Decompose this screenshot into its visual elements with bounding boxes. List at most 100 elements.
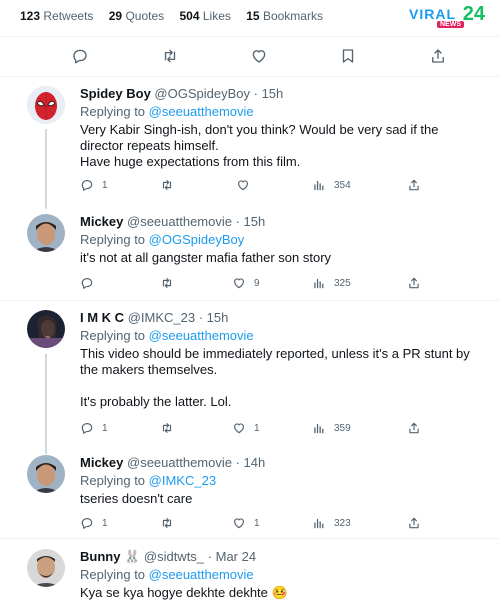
reply-tweet[interactable]: Mickey @seeuatthemovie · 14h Replying to… (0, 446, 499, 539)
tweet-header: Spidey Boy @OGSpideyBoy · 15h (80, 86, 485, 102)
avatar[interactable] (27, 455, 65, 493)
reply-button[interactable]: 1 (80, 421, 108, 435)
share-button[interactable] (427, 45, 449, 67)
bookmarks-label: Bookmarks (262, 9, 323, 23)
reply-button[interactable] (80, 276, 94, 290)
tweet-text-line: Kya se kya hogye dekhte dekhte 🤒 (80, 585, 288, 600)
engagement-stats-bar: 123 Retweets 29 Quotes 504 Likes 15 Book… (0, 0, 499, 37)
reply-tweet[interactable]: Spidey Boy @OGSpideyBoy · 15h Replying t… (0, 76, 499, 208)
bookmarks-count: 15 (246, 9, 260, 23)
tweet-actions: 9 325 (80, 276, 440, 296)
timestamp[interactable]: · Mar 24 (208, 549, 256, 564)
mention-link[interactable]: @seeuatthemovie (149, 567, 254, 582)
tweet-text: it's not at all gangster mafia father so… (80, 250, 485, 266)
like-icon (234, 518, 244, 529)
like-button[interactable]: 1 (232, 421, 260, 435)
reply-button[interactable]: 1 (80, 178, 108, 192)
reply-count: 1 (102, 517, 108, 529)
replying-to-label: Replying to (80, 232, 146, 247)
quotes-label: Quotes (125, 9, 165, 23)
tweet-actions: 1 1 359 (80, 421, 440, 441)
tweet-header: Mickey @seeuatthemovie · 15h (80, 214, 485, 230)
tweet-header: Mickey @seeuatthemovie · 14h (80, 455, 485, 471)
bookmark-button[interactable] (337, 45, 359, 67)
author-handle[interactable]: @seeuatthemovie (127, 214, 232, 229)
author-name[interactable]: Mickey (80, 214, 123, 229)
like-count: 1 (254, 422, 260, 434)
like-count: 9 (254, 277, 260, 289)
author-name[interactable]: Spidey Boy (80, 86, 151, 101)
tweet-text-line: tseries doesn't care (80, 491, 193, 506)
mention-link[interactable]: @seeuatthemovie (149, 104, 254, 119)
reply-button[interactable] (69, 45, 91, 67)
tweet-text-line: It's probably the latter. Lol. (80, 394, 232, 409)
view-count: 359 (334, 422, 351, 434)
retweet-icon (162, 518, 172, 528)
bookmarks-stat[interactable]: 15 Bookmarks (246, 9, 323, 23)
author-handle[interactable]: @OGSpideyBoy (154, 86, 250, 101)
author-name[interactable]: Mickey (80, 455, 123, 470)
reply-tweet[interactable]: I M K C @IMKC_23 · 15h Replying to @seeu… (0, 301, 499, 446)
reply-tweet[interactable]: Bunny 🐰 @sidtwts_ · Mar 24 Replying to @… (0, 539, 499, 610)
like-button[interactable] (236, 178, 250, 192)
mention-link[interactable]: @seeuatthemovie (149, 328, 254, 343)
timestamp[interactable]: · 15h (199, 310, 229, 325)
avatar[interactable] (27, 310, 65, 348)
reply-button[interactable]: 1 (80, 516, 108, 530)
like-button[interactable]: 9 (232, 276, 260, 290)
mickey-avatar-image (27, 214, 65, 252)
avatar[interactable] (27, 549, 65, 587)
retweets-count: 123 (20, 9, 41, 23)
author-handle[interactable]: @sidtwts_ (144, 549, 204, 564)
like-icon (234, 278, 244, 289)
like-button[interactable] (248, 45, 270, 67)
share-button[interactable] (407, 178, 421, 192)
timestamp[interactable]: · 15h (254, 86, 284, 101)
retweet-button[interactable] (160, 516, 174, 530)
retweet-icon (162, 278, 172, 288)
retweet-icon (162, 423, 172, 433)
mention-link[interactable]: @IMKC_23 (149, 473, 216, 488)
author-name[interactable]: Bunny 🐰 (80, 549, 140, 564)
tweet-text-line: This video should be immediately reporte… (80, 346, 470, 377)
views-button[interactable]: 359 (312, 421, 351, 435)
timestamp[interactable]: · 14h (236, 455, 266, 470)
retweets-stat[interactable]: 123 Retweets (20, 9, 93, 23)
quotes-stat[interactable]: 29 Quotes (109, 9, 164, 23)
avatar[interactable] (27, 214, 65, 252)
author-name[interactable]: I M K C (80, 310, 124, 325)
author-handle[interactable]: @seeuatthemovie (127, 455, 232, 470)
reply-tweet[interactable]: Mickey @seeuatthemovie · 15h Replying to… (0, 208, 499, 301)
views-button[interactable]: 354 (312, 178, 351, 192)
author-handle[interactable]: @IMKC_23 (128, 310, 195, 325)
replying-to: Replying to @seeuatthemovie (80, 104, 485, 120)
retweet-button[interactable] (160, 276, 174, 290)
timestamp[interactable]: · 15h (236, 214, 266, 229)
retweet-button[interactable] (159, 45, 181, 67)
retweet-button[interactable] (160, 178, 174, 192)
like-button[interactable]: 1 (232, 516, 260, 530)
share-button[interactable] (407, 516, 421, 530)
retweet-button[interactable] (160, 421, 174, 435)
tweet-header: I M K C @IMKC_23 · 15h (80, 310, 485, 326)
share-button[interactable] (407, 421, 421, 435)
tweet-actions: 1 1 323 (80, 516, 440, 536)
tweet-actions: 1 354 (80, 178, 440, 198)
likes-count: 504 (179, 9, 200, 23)
like-icon (252, 50, 266, 63)
likes-stat[interactable]: 504 Likes (180, 9, 231, 23)
reply-icon (81, 180, 93, 191)
like-icon (238, 180, 248, 191)
views-button[interactable]: 323 (312, 516, 351, 530)
avatar[interactable] (27, 86, 65, 124)
mickey-avatar-image (27, 455, 65, 493)
tweet-text-line: it's not at all gangster mafia father so… (80, 250, 332, 265)
share-icon (409, 277, 419, 289)
views-button[interactable]: 325 (312, 276, 351, 290)
tweet-text: tseries doesn't care (80, 491, 485, 507)
mention-link[interactable]: @OGSpideyBoy (149, 232, 245, 247)
tweet-header: Bunny 🐰 @sidtwts_ · Mar 24 (80, 549, 485, 565)
like-icon (234, 423, 244, 434)
share-button[interactable] (407, 276, 421, 290)
share-icon (409, 422, 419, 434)
